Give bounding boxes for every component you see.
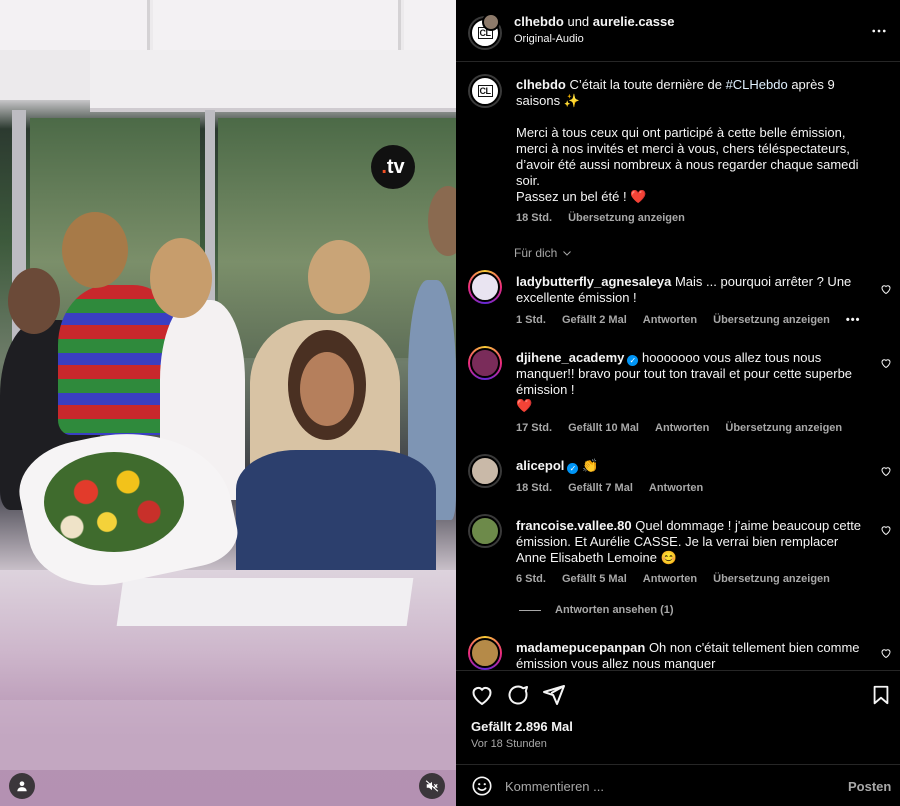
bouquet-flowers xyxy=(44,452,184,552)
comment-time: 17 Std. xyxy=(516,422,553,434)
translate-button[interactable]: Übersetzung anzeigen xyxy=(725,422,842,434)
collaborator-link[interactable]: aurelie.casse xyxy=(593,14,675,29)
reply-button[interactable]: Antworten xyxy=(643,314,697,326)
send-icon[interactable] xyxy=(542,683,566,707)
ceiling-panel xyxy=(0,0,150,50)
avatar-text: CL xyxy=(477,85,493,97)
comment-likes[interactable]: Gefällt 5 Mal xyxy=(562,573,627,585)
replies-divider xyxy=(519,610,541,611)
comment-emoji: ❤️ xyxy=(516,398,533,413)
caption-avatar[interactable]: CL xyxy=(468,74,502,108)
presenter xyxy=(236,450,436,580)
commenter-username[interactable]: madamepucepanpan xyxy=(516,640,645,655)
header-connector: und xyxy=(567,14,590,29)
comment-time: 6 Std. xyxy=(516,573,546,585)
person-head xyxy=(150,238,212,318)
speaker-muted-icon xyxy=(425,780,439,792)
comment-composer: Posten xyxy=(456,764,900,806)
heart-icon[interactable] xyxy=(880,283,892,295)
caption-paragraph: Merci à tous ceux qui ont participé à ce… xyxy=(516,125,859,188)
comment-meta: 18 Std. Gefällt 7 Mal Antworten xyxy=(516,482,703,494)
comments-scroll-area[interactable]: CL clhebdo C’était la toute dernière de … xyxy=(456,62,900,670)
caption-author[interactable]: clhebdo xyxy=(516,77,566,92)
commenter-avatar[interactable] xyxy=(468,270,502,304)
audio-link[interactable]: Original-Audio xyxy=(514,33,584,45)
heart-icon[interactable] xyxy=(880,465,892,477)
commenter-username[interactable]: alicepol xyxy=(516,458,564,473)
translate-button[interactable]: Übersetzung anzeigen xyxy=(568,212,685,224)
collaborator-avatar[interactable] xyxy=(482,13,500,31)
commenter-avatar[interactable] xyxy=(468,346,502,380)
presenter-face xyxy=(300,352,354,426)
person-head xyxy=(62,212,128,288)
translate-button[interactable]: Übersetzung anzeigen xyxy=(713,314,830,326)
heart-icon[interactable] xyxy=(880,524,892,536)
reply-button[interactable]: Antworten xyxy=(643,573,697,585)
comment-likes[interactable]: Gefällt 2 Mal xyxy=(562,314,627,326)
post-header: CL clhebdo und aurelie.casse Original-Au… xyxy=(456,0,900,62)
hashtag-link[interactable]: #CLHebdo xyxy=(726,77,788,92)
post-timestamp[interactable]: Vor 18 Stunden xyxy=(471,738,547,750)
comment-meta: 6 Std. Gefällt 5 Mal Antworten Übersetzu… xyxy=(516,573,830,585)
comment-icon[interactable] xyxy=(506,683,530,707)
desk-edge xyxy=(0,700,456,770)
comment-input[interactable] xyxy=(505,775,805,797)
heart-icon[interactable] xyxy=(470,683,494,707)
commenter-avatar[interactable] xyxy=(468,514,502,548)
comment-text: francoise.vallee.80 Quel dommage ! j'aim… xyxy=(516,518,862,565)
caption-text: clhebdo C’était la toute dernière de #CL… xyxy=(516,77,868,205)
bookmark-icon[interactable] xyxy=(870,683,892,707)
verified-badge-icon: ✓ xyxy=(627,355,639,366)
commenter-avatar[interactable] xyxy=(468,454,502,488)
studio-beam xyxy=(90,50,456,108)
comment-text: madamepucepanpan Oh non c'était tellemen… xyxy=(516,640,860,670)
comment-text: ladybutterfly_agnesaleya Mais ... pourqu… xyxy=(516,274,852,305)
ceiling-panel xyxy=(153,0,401,50)
channel-logo: . tv xyxy=(371,145,415,189)
reply-button[interactable]: Antworten xyxy=(655,422,709,434)
post-comment-button[interactable]: Posten xyxy=(848,779,891,794)
comment-meta: 1 Std. Gefällt 2 Mal Antworten Übersetzu… xyxy=(516,314,860,326)
ceiling-panel xyxy=(404,0,456,50)
more-horizontal-icon[interactable] xyxy=(870,22,888,40)
comment-text: alicepol ✓ 👏 xyxy=(516,458,599,474)
comment-options-icon[interactable]: ••• xyxy=(846,314,861,326)
comment-text: djihene_academy ✓ hooooooo vous allez tou… xyxy=(516,350,868,414)
tagged-users-button[interactable] xyxy=(9,773,35,799)
reply-button[interactable]: Antworten xyxy=(649,482,703,494)
heart-icon[interactable] xyxy=(880,647,892,659)
caption-paragraph: Passez un bel été ! ❤️ xyxy=(516,189,647,204)
translate-button[interactable]: Übersetzung anzeigen xyxy=(713,573,830,585)
commenter-username[interactable]: ladybutterfly_agnesaleya xyxy=(516,274,671,289)
comment-meta: 17 Std. Gefällt 10 Mal Antworten Überset… xyxy=(516,422,842,434)
verified-badge-icon: ✓ xyxy=(567,463,579,474)
likes-count[interactable]: Gefällt 2.896 Mal xyxy=(471,719,573,734)
author-link[interactable]: clhebdo xyxy=(514,14,564,29)
comment-time: 18 Std. xyxy=(516,482,553,494)
mute-button[interactable] xyxy=(419,773,445,799)
commenter-username[interactable]: francoise.vallee.80 xyxy=(516,518,632,533)
view-replies-button[interactable]: Antworten ansehen (1) xyxy=(555,604,674,616)
post-detail-panel: CL clhebdo und aurelie.casse Original-Au… xyxy=(456,0,900,806)
person-icon xyxy=(17,781,27,792)
chevron-down-icon xyxy=(563,251,572,256)
filter-label: Für dich xyxy=(514,246,558,260)
comment-filter-dropdown[interactable]: Für dich xyxy=(514,246,573,260)
desk-paper xyxy=(116,578,414,626)
commenter-avatar[interactable] xyxy=(468,636,502,670)
comment-time: 1 Std. xyxy=(516,314,546,326)
comment-likes[interactable]: Gefällt 7 Mal xyxy=(568,482,633,494)
heart-icon[interactable] xyxy=(880,357,892,369)
caption-meta: 18 Std. Übersetzung anzeigen xyxy=(516,212,685,224)
caption-time: 18 Std. xyxy=(516,212,553,224)
emoji-icon[interactable] xyxy=(471,775,493,797)
post-media-video[interactable]: . tv xyxy=(0,0,456,806)
person-head xyxy=(8,268,60,334)
header-title: clhebdo und aurelie.casse xyxy=(514,14,674,30)
commenter-username[interactable]: djihene_academy xyxy=(516,350,624,365)
person-head xyxy=(308,240,370,314)
comment-likes[interactable]: Gefällt 10 Mal xyxy=(568,422,639,434)
